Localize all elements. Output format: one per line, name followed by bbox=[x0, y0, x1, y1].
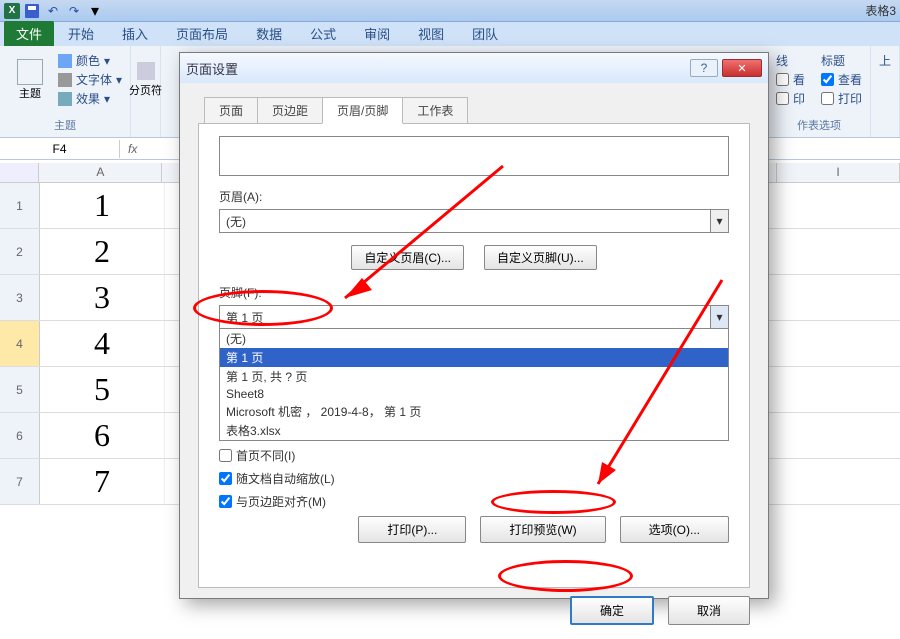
annotation-arrow-2 bbox=[0, 0, 900, 601]
tab-header-footer[interactable]: 页眉/页脚 bbox=[322, 97, 403, 124]
